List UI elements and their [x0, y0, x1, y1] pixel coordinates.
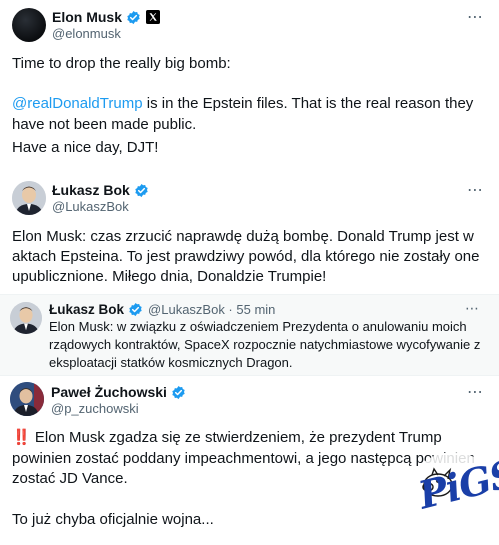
- tweet-text-line: aktach Epsteina. To jest prawdziwy powód…: [12, 248, 480, 265]
- tweet-text-line: @realDonaldTrump is in the Epstein files…: [12, 93, 473, 115]
- tweet-text-line: Time to drop the really big bomb:: [12, 55, 231, 72]
- tweet-lukaszbok: Łukasz Bok @LukaszBok ⋯ Elon Musk: czas …: [0, 172, 499, 294]
- verified-badge-icon: [127, 10, 140, 24]
- author-handle[interactable]: @p_zuchowski: [51, 401, 139, 416]
- person-silhouette-icon: [10, 382, 44, 416]
- author-name-text: Łukasz Bok: [49, 302, 125, 317]
- verified-badge-icon: [129, 302, 142, 317]
- person-silhouette-icon: [10, 302, 42, 334]
- avatar[interactable]: [12, 181, 46, 215]
- tweet-text-fragment: Elon Musk zgadza się ze stwierdzeniem, ż…: [30, 429, 442, 446]
- avatar[interactable]: [10, 302, 42, 334]
- author-handle[interactable]: @elonmusk: [52, 26, 121, 41]
- tweet-text-line: Elon Musk: w związku z oświadczeniem Pre…: [49, 319, 467, 334]
- tweet-text-line: Elon Musk: czas zrzucić naprawdę dużą bo…: [12, 228, 474, 245]
- author-name-text: Paweł Żuchowski: [51, 384, 167, 400]
- mention-link[interactable]: @realDonaldTrump: [12, 95, 143, 112]
- verified-badge-icon: [172, 385, 185, 399]
- more-options-icon[interactable]: ⋯: [467, 180, 484, 200]
- tweet-text-line: To już chyba oficjalnie wojna...: [12, 511, 214, 528]
- double-exclamation-icon: ‼️: [12, 429, 31, 446]
- author-name-text: Elon Musk: [52, 9, 123, 25]
- author-name[interactable]: Paweł Żuchowski: [51, 384, 186, 400]
- avatar[interactable]: [12, 8, 46, 42]
- tweet-text-fragment: is in the Epstein files. That is the rea…: [142, 95, 474, 112]
- author-handle[interactable]: @LukaszBok: [52, 199, 129, 214]
- more-options-icon[interactable]: ⋯: [467, 382, 484, 402]
- tweet-text-line: zostać JD Vance.: [12, 470, 128, 487]
- tweet-text-line: rządowych kontraktów, SpaceX rozpocznie …: [49, 337, 481, 352]
- author-name[interactable]: Łukasz Bok: [52, 182, 149, 198]
- author-name[interactable]: Łukasz Bok @LukaszBok · 55 min: [49, 302, 275, 317]
- watermark: PiGS: [407, 450, 499, 540]
- tweet-text-line: ‼️ Elon Musk zgadza się ze stwierdzeniem…: [12, 427, 442, 449]
- verified-badge-icon: [135, 183, 148, 197]
- person-silhouette-icon: [12, 181, 46, 215]
- x-logo-icon: [146, 10, 161, 24]
- more-options-icon[interactable]: ⋯: [467, 7, 484, 27]
- tweet-text-line: have not been made public.: [12, 116, 197, 133]
- tweet-elonmusk: Elon Musk @elonmusk ⋯ Time to drop the r…: [0, 0, 499, 172]
- tweet-text-line: Have a nice day, DJT!: [12, 139, 159, 156]
- author-name-text: Łukasz Bok: [52, 182, 130, 198]
- author-name[interactable]: Elon Musk: [52, 9, 161, 25]
- author-handle-time[interactable]: @LukaszBok · 55 min: [148, 302, 275, 317]
- tweet-text-line: eksploatacji statków kosmicznych Dragon.: [49, 355, 293, 370]
- tweet-text-line: upublicznione. Miłego dnia, Donaldzie Tr…: [12, 268, 327, 285]
- tweet-text-line: powinien zostać poddany impeachmentowi, …: [12, 450, 475, 467]
- more-options-icon[interactable]: ⋯: [465, 300, 480, 317]
- tweet-lukaszbok-reply: Łukasz Bok @LukaszBok · 55 min ⋯ Elon Mu…: [0, 295, 499, 375]
- avatar[interactable]: [10, 382, 44, 416]
